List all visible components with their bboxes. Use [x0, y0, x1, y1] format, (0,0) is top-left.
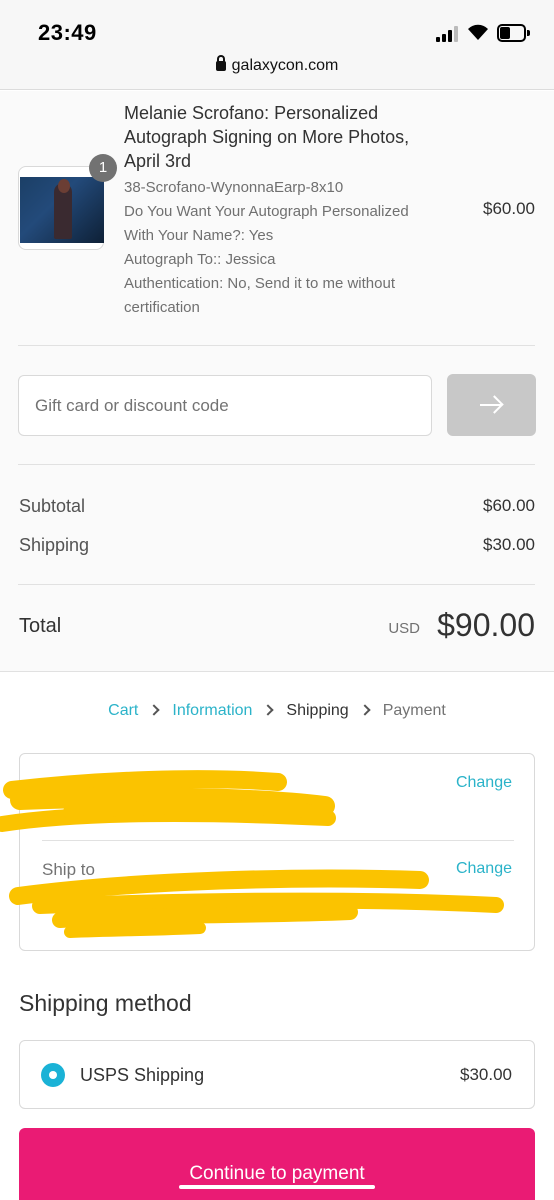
divider	[42, 840, 514, 841]
product-details: 38-Scrofano-WynonnaEarp-8x10 Do You Want…	[124, 176, 424, 320]
divider	[18, 464, 535, 465]
continue-to-payment-button[interactable]: Continue to payment	[19, 1128, 535, 1200]
breadcrumb-payment: Payment	[382, 702, 446, 719]
shipping-option-price: $30.00	[460, 1065, 512, 1084]
change-ship-to-link[interactable]: Change	[456, 860, 512, 878]
divider	[18, 345, 535, 346]
breadcrumb-information[interactable]: Information	[172, 702, 252, 719]
order-summary: 1 Melanie Scrofano: Personalized Autogra…	[0, 91, 554, 672]
shipping-option-name: USPS Shipping	[80, 1065, 205, 1085]
product-thumbnail	[18, 166, 104, 250]
breadcrumb-cart[interactable]: Cart	[108, 702, 138, 719]
battery-icon	[497, 24, 530, 42]
breadcrumb-shipping: Shipping	[286, 702, 349, 719]
quantity-badge: 1	[89, 154, 117, 182]
product-variant: 38-Scrofano-WynonnaEarp-8x10	[124, 179, 344, 196]
divider	[18, 584, 535, 585]
lock-icon	[215, 55, 226, 71]
chevron-right-icon	[359, 704, 371, 716]
shipping-value: $30.00	[483, 535, 535, 554]
wifi-icon	[468, 24, 488, 40]
subtotal-value: $60.00	[483, 496, 535, 515]
shipping-label: Shipping	[19, 535, 90, 555]
url-text: galaxycon.com	[231, 57, 339, 74]
arrow-right-icon	[480, 404, 502, 406]
discount-code-input[interactable]	[18, 375, 432, 436]
continue-label: Continue to payment	[189, 1163, 365, 1184]
apply-discount-button[interactable]	[447, 374, 536, 436]
product-option: Do You Want Your Autograph Personalized …	[124, 203, 409, 244]
product-price: $60.00	[483, 199, 535, 218]
total-value: $90.00	[437, 607, 535, 643]
subtotal-label: Subtotal	[19, 496, 86, 516]
product-title: Melanie Scrofano: Personalized Autograph…	[124, 103, 410, 171]
review-block: Contact Change Ship to Change	[19, 753, 535, 951]
change-contact-link[interactable]: Change	[456, 774, 512, 792]
ship-to-label: Ship to	[42, 860, 95, 879]
contact-label: Contact	[42, 774, 101, 793]
browser-status-bar: 23:49 galaxycon.com	[0, 0, 554, 90]
product-option: Authentication: No, Send it to me withou…	[124, 275, 395, 316]
clock: 23:49	[38, 20, 97, 45]
text-underline	[179, 1185, 375, 1189]
address-bar[interactable]: galaxycon.com	[0, 55, 554, 75]
product-image	[20, 177, 104, 243]
shipping-method-title: Shipping method	[19, 990, 192, 1016]
chevron-right-icon	[148, 704, 161, 716]
shipping-option[interactable]: USPS Shipping $30.00	[19, 1040, 535, 1109]
chevron-right-icon	[262, 704, 275, 716]
radio-selected-icon[interactable]	[41, 1063, 65, 1087]
total-currency: USD	[388, 620, 420, 637]
breadcrumb: Cart Information Shipping Payment	[0, 702, 554, 720]
total-label: Total	[19, 615, 62, 637]
product-option: Autograph To:: Jessica	[124, 251, 276, 268]
signal-icon	[436, 26, 460, 42]
